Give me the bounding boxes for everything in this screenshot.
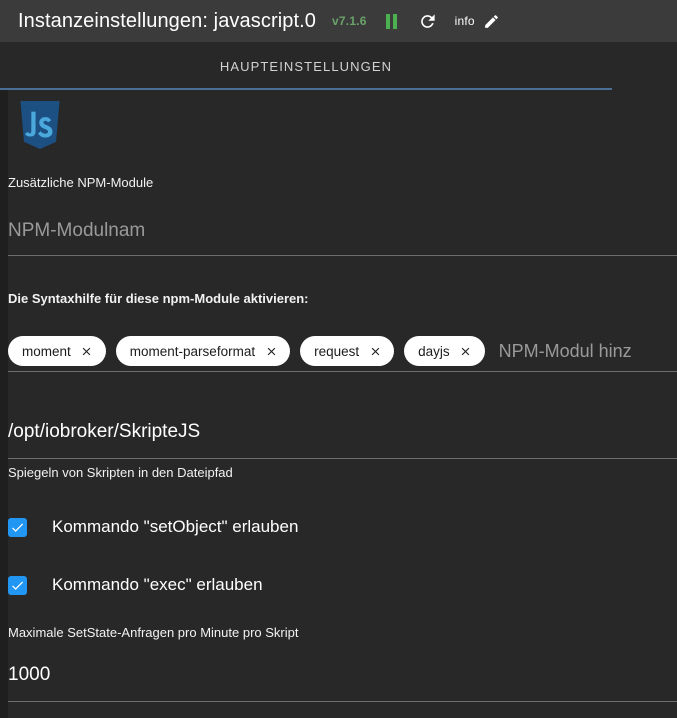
close-icon[interactable] — [80, 344, 94, 358]
edit-button[interactable] — [481, 10, 503, 32]
max-setstate-input[interactable]: 1000 — [8, 664, 50, 686]
chips-divider — [8, 371, 677, 372]
page-title: Instanzeinstellungen: javascript.0 — [18, 10, 316, 33]
title-bar: Instanzeinstellungen: javascript.0 v7.1.… — [0, 0, 677, 42]
npm-module-name-underline — [8, 255, 677, 256]
npm-module-name-input[interactable]: NPM-Modulnam — [8, 220, 145, 242]
max-setstate-label: Maximale SetState-Anfragen pro Minute pr… — [8, 625, 298, 640]
checkbox-setobject[interactable] — [8, 518, 27, 537]
info-label: info — [455, 14, 475, 28]
npm-modules-chip-list: moment moment-parseformat request dayjs … — [8, 332, 677, 370]
tab-haupteinstellungen[interactable]: HAUPTEINSTELLUNGEN — [0, 42, 612, 90]
max-setstate-underline — [8, 701, 677, 702]
checkbox-label: Kommando "setObject" erlauben — [52, 517, 298, 537]
close-icon[interactable] — [368, 344, 382, 358]
chip-dayjs[interactable]: dayjs — [404, 336, 485, 366]
check-icon — [10, 578, 25, 593]
pause-icon — [386, 14, 397, 29]
version-badge: v7.1.6 — [332, 14, 367, 28]
chip-label: dayjs — [418, 344, 450, 359]
settings-panel: Zusätzliche NPM-Module NPM-Modulnam Die … — [8, 90, 677, 718]
npm-module-add-input[interactable]: NPM-Modul hinz — [499, 341, 632, 362]
tab-strip: HAUPTEINSTELLUNGEN — [0, 42, 677, 90]
chip-moment[interactable]: moment — [8, 336, 106, 366]
pencil-icon — [483, 13, 500, 30]
checkbox-label: Kommando "exec" erlauben — [52, 575, 263, 595]
refresh-button[interactable] — [417, 10, 439, 32]
checkbox-row-setobject[interactable]: Kommando "setObject" erlauben — [8, 517, 298, 537]
check-icon — [10, 520, 25, 535]
chip-label: moment-parseformat — [130, 344, 255, 359]
syntax-help-label: Die Syntaxhilfe für diese npm-Module akt… — [8, 291, 309, 306]
chip-moment-parseformat[interactable]: moment-parseformat — [116, 336, 290, 366]
checkbox-row-exec[interactable]: Kommando "exec" erlauben — [8, 575, 263, 595]
checkbox-exec[interactable] — [8, 576, 27, 595]
chip-label: request — [314, 344, 359, 359]
pause-button[interactable] — [381, 10, 403, 32]
mirror-path-input[interactable]: /opt/iobroker/SkripteJS — [8, 421, 200, 443]
tab-label: HAUPTEINSTELLUNGEN — [220, 59, 392, 74]
chip-label: moment — [22, 344, 71, 359]
left-gutter — [0, 90, 8, 718]
refresh-icon — [418, 12, 437, 31]
close-icon[interactable] — [459, 344, 473, 358]
close-icon[interactable] — [264, 344, 278, 358]
mirror-path-label: Spiegeln von Skripten in den Dateipfad — [8, 465, 233, 480]
javascript-logo — [18, 101, 62, 149]
chip-request[interactable]: request — [300, 336, 394, 366]
npm-modules-label: Zusätzliche NPM-Module — [8, 175, 153, 190]
mirror-path-underline — [8, 458, 677, 459]
